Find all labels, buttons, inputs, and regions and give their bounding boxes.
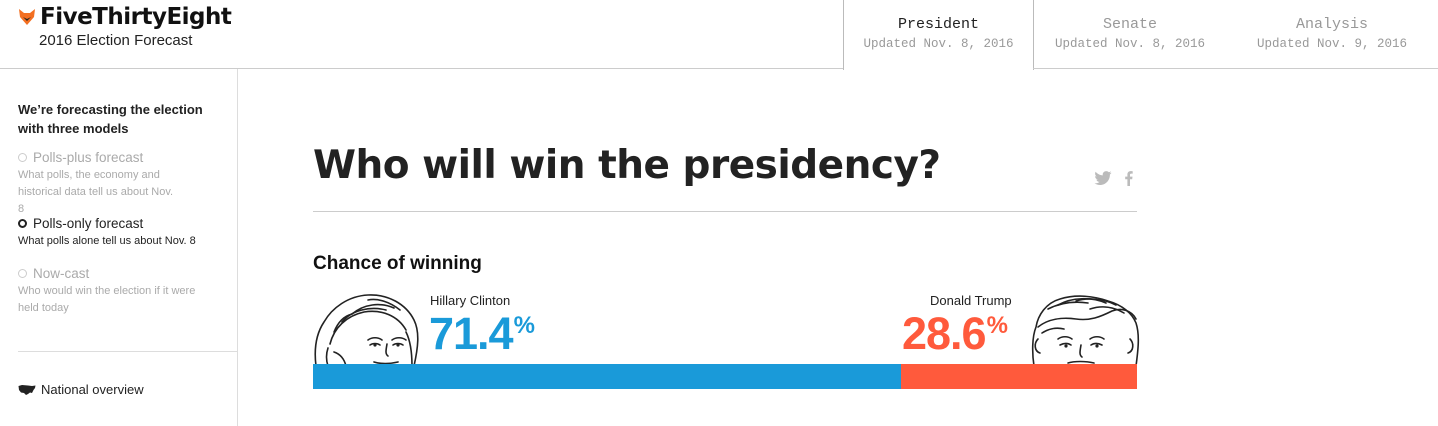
sidebar-divider: [18, 351, 237, 352]
national-overview-label: National overview: [41, 382, 144, 397]
trump-probability-bar: [901, 364, 1137, 389]
radio-selected-icon[interactable]: [18, 219, 27, 228]
clinton-win-value: 71.4: [429, 308, 514, 359]
trump-win-value: 28.6: [902, 308, 987, 359]
clinton-probability-bar: [313, 364, 901, 389]
candidate-name-clinton: Hillary Clinton: [430, 293, 511, 308]
tab-president[interactable]: President Updated Nov. 8, 2016: [843, 0, 1034, 70]
sidebar: We’re forecasting the election with thre…: [0, 69, 238, 426]
tab-senate[interactable]: Senate Updated Nov. 8, 2016: [1034, 0, 1226, 69]
tab-analysis-label: Analysis: [1295, 16, 1368, 33]
clinton-win-probability: 71.4%: [429, 308, 535, 360]
tab-senate-updated: Updated Nov. 8, 2016: [1054, 37, 1206, 51]
tab-president-label: President: [897, 16, 979, 33]
fox-logo-icon: [19, 9, 35, 25]
model-description: Who would win the election if it were he…: [18, 285, 196, 314]
tab-president-updated: Updated Nov. 8, 2016: [863, 37, 1014, 51]
model-description: What polls alone tell us about Nov. 8: [18, 235, 196, 247]
model-now-cast[interactable]: Now-cast Who would win the election if i…: [18, 266, 228, 317]
facebook-icon[interactable]: [1124, 171, 1133, 186]
header: FiveThirtyEight 2016 Election Forecast P…: [0, 0, 1438, 70]
tab-analysis[interactable]: Analysis Updated Nov. 9, 2016: [1226, 0, 1438, 69]
twitter-icon[interactable]: [1094, 171, 1112, 185]
candidate-name-trump: Donald Trump: [930, 293, 1012, 308]
page-title: Who will win the presidency?: [313, 143, 941, 188]
title-divider: [313, 211, 1137, 212]
radio-unselected-icon[interactable]: [18, 269, 27, 278]
radio-unselected-icon[interactable]: [18, 153, 27, 162]
clinton-illustration: [314, 294, 419, 366]
header-divider: [1033, 68, 1438, 69]
trump-illustration: [1031, 295, 1140, 366]
percent-sign: %: [986, 312, 1008, 339]
model-description: What polls, the economy and historical d…: [18, 169, 174, 215]
tab-senate-label: Senate: [1102, 16, 1157, 33]
us-map-icon: [18, 384, 36, 395]
model-title: Polls-only forecast: [33, 216, 144, 231]
brand[interactable]: FiveThirtyEight 2016 Election Forecast: [18, 4, 232, 49]
model-title: Polls-plus forecast: [33, 150, 144, 165]
model-polls-plus[interactable]: Polls-plus forecast What polls, the econ…: [18, 150, 228, 218]
trump-win-probability: 28.6%: [902, 308, 1008, 360]
brand-subtitle: 2016 Election Forecast: [39, 32, 193, 49]
national-overview-link[interactable]: National overview: [18, 382, 144, 397]
tab-analysis-updated: Updated Nov. 9, 2016: [1256, 37, 1408, 51]
sidebar-intro: We’re forecasting the election with thre…: [18, 102, 203, 136]
chance-of-winning-label: Chance of winning: [313, 253, 482, 274]
brand-name: FiveThirtyEight: [40, 4, 232, 30]
model-title: Now-cast: [33, 266, 90, 281]
model-polls-only[interactable]: Polls-only forecast What polls alone tel…: [18, 216, 228, 250]
percent-sign: %: [513, 312, 535, 339]
